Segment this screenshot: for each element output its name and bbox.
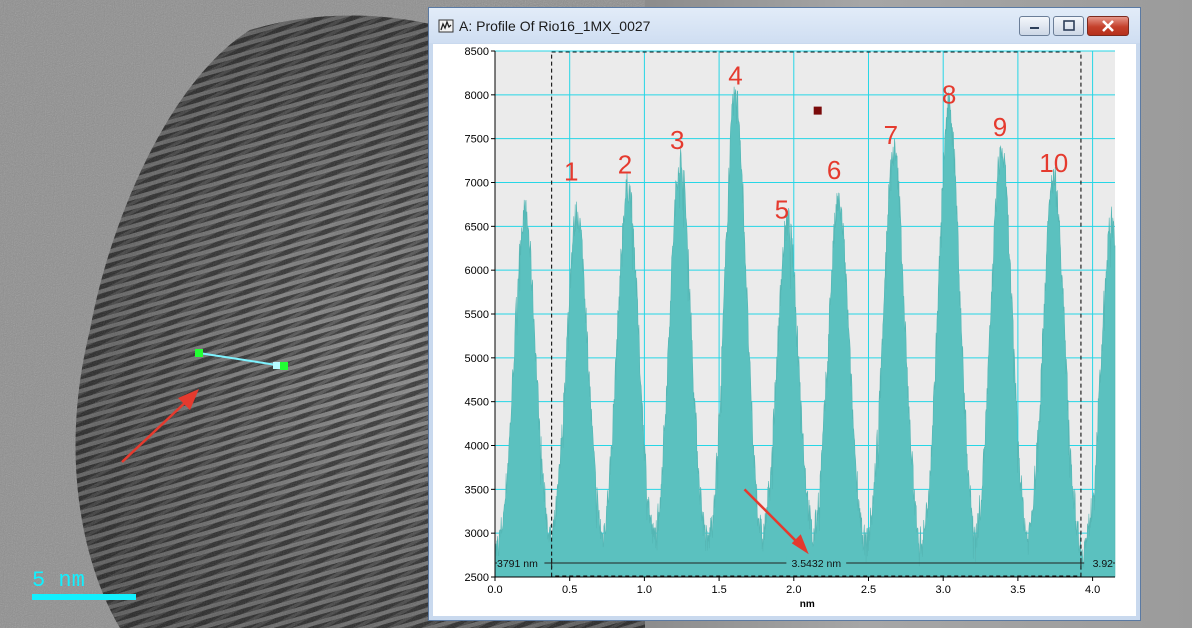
peak-number-label: 6 bbox=[827, 155, 841, 185]
measurement-center-label: 3.5432 nm bbox=[791, 558, 841, 570]
y-tick-label: 6000 bbox=[465, 265, 489, 277]
x-tick-label: 0.0 bbox=[487, 584, 502, 596]
y-tick-label: 5000 bbox=[465, 353, 489, 365]
peak-number-label: 7 bbox=[884, 120, 898, 150]
x-tick-label: 3.0 bbox=[936, 584, 951, 596]
line-profile-end-handle[interactable] bbox=[280, 362, 288, 370]
measurement-left-label: 3791 nm bbox=[497, 558, 538, 570]
window-titlebar[interactable]: A: Profile Of Rio16_1MX_0027 bbox=[429, 8, 1140, 43]
peak-number-label: 3 bbox=[670, 125, 684, 155]
line-profile-start-handle[interactable] bbox=[195, 349, 203, 357]
x-tick-label: 4.0 bbox=[1085, 584, 1100, 596]
y-tick-label: 3500 bbox=[465, 484, 489, 496]
measurement-right-label: 3.92 bbox=[1093, 558, 1114, 570]
peak-number-label: 1 bbox=[564, 157, 578, 187]
profile-window[interactable]: A: Profile Of Rio16_1MX_0027 2500 3000 350… bbox=[428, 7, 1141, 621]
y-tick-label: 7500 bbox=[465, 134, 489, 146]
maximize-icon bbox=[1063, 20, 1075, 31]
x-axis-title: nm bbox=[800, 599, 815, 610]
peak-number-label: 5 bbox=[775, 194, 789, 224]
profile-plot-area[interactable]: 2500 3000 3500 4000 4500 5000 5500 6000 6500 7000… bbox=[433, 44, 1136, 616]
minimize-button[interactable] bbox=[1019, 16, 1050, 36]
minimize-icon bbox=[1030, 27, 1039, 29]
profile-window-icon bbox=[438, 19, 454, 33]
y-tick-label: 6500 bbox=[465, 221, 489, 233]
close-icon bbox=[1102, 20, 1114, 32]
peak-number-label: 10 bbox=[1039, 148, 1068, 178]
cursor-marker[interactable] bbox=[813, 106, 822, 115]
peak-number-label: 9 bbox=[993, 112, 1007, 142]
x-tick-label: 1.0 bbox=[637, 584, 652, 596]
x-tick-label: 1.5 bbox=[711, 584, 726, 596]
peak-number-label: 8 bbox=[942, 80, 956, 110]
peak-number-label: 4 bbox=[728, 60, 742, 90]
window-title: A: Profile Of Rio16_1MX_0027 bbox=[459, 18, 651, 34]
y-tick-label: 4000 bbox=[465, 441, 489, 453]
peak-number-label: 2 bbox=[618, 150, 632, 180]
x-tick-label: 3.5 bbox=[1010, 584, 1025, 596]
x-tick-label: 2.5 bbox=[861, 584, 876, 596]
y-tick-label: 7000 bbox=[465, 178, 489, 190]
scale-bar-label: 5 nm bbox=[32, 568, 85, 593]
x-tick-label: 0.5 bbox=[562, 584, 577, 596]
close-button[interactable] bbox=[1087, 16, 1129, 36]
line-profile-mid-marker bbox=[273, 362, 280, 369]
y-tick-label: 2500 bbox=[465, 572, 489, 584]
y-tick-label: 3000 bbox=[465, 528, 489, 540]
y-tick-label: 5500 bbox=[465, 309, 489, 321]
scale-bar bbox=[32, 594, 136, 600]
x-tick-label: 2.0 bbox=[786, 584, 801, 596]
profile-chart[interactable]: 2500 3000 3500 4000 4500 5000 5500 6000 6500 7000… bbox=[433, 44, 1136, 616]
y-tick-label: 8500 bbox=[465, 46, 489, 58]
maximize-button[interactable] bbox=[1053, 16, 1084, 36]
y-tick-label: 4500 bbox=[465, 397, 489, 409]
y-tick-label: 8000 bbox=[465, 90, 489, 102]
